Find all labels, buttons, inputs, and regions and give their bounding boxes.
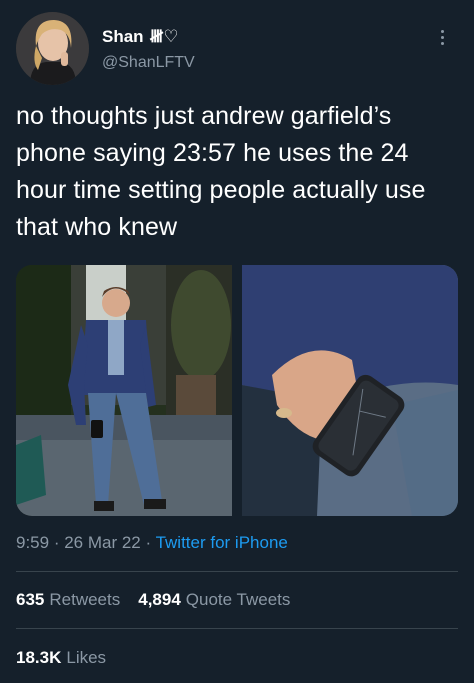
likes-label: Likes bbox=[66, 648, 107, 667]
retweets-stat[interactable]: 635 Retweets bbox=[16, 590, 120, 610]
avatar[interactable] bbox=[16, 12, 89, 85]
tweet-header: Shan 𝍸♡ @ShanLFTV bbox=[16, 12, 458, 88]
author-info: Shan 𝍸♡ @ShanLFTV bbox=[102, 26, 195, 72]
likes-stat[interactable]: 18.3K Likes bbox=[16, 648, 106, 668]
retweets-count: 635 bbox=[16, 590, 45, 609]
tweet-time[interactable]: 9:59 bbox=[16, 533, 49, 552]
more-vertical-icon[interactable] bbox=[432, 26, 452, 48]
tweet-date[interactable]: 26 Mar 22 bbox=[64, 533, 141, 552]
quotes-label: Quote Tweets bbox=[185, 590, 291, 609]
divider bbox=[16, 628, 458, 629]
name-emoji: 𝍸♡ bbox=[149, 27, 179, 46]
tweet-source[interactable]: Twitter for iPhone bbox=[156, 533, 288, 552]
separator: · bbox=[145, 533, 156, 552]
quotes-stat[interactable]: 4,894 Quote Tweets bbox=[138, 590, 290, 610]
quotes-count: 4,894 bbox=[138, 590, 181, 609]
tweet-photo-1[interactable] bbox=[16, 265, 232, 516]
divider bbox=[16, 571, 458, 572]
tweet-media bbox=[16, 265, 458, 516]
separator: · bbox=[53, 533, 65, 552]
likes-count: 18.3K bbox=[16, 648, 62, 667]
display-name[interactable]: Shan 𝍸♡ bbox=[102, 26, 195, 48]
display-name-text[interactable]: Shan bbox=[102, 26, 144, 48]
engagement-stats: 635 Retweets 4,894 Quote Tweets bbox=[16, 590, 290, 610]
tweet-text: no thoughts just andrew garfield’s phone… bbox=[16, 102, 426, 241]
retweets-label: Retweets bbox=[49, 590, 121, 609]
author-handle[interactable]: @ShanLFTV bbox=[102, 54, 195, 72]
tweet-meta: 9:59 · 26 Mar 22 · Twitter for iPhone bbox=[16, 533, 288, 553]
tweet-photo-2[interactable] bbox=[242, 265, 458, 516]
